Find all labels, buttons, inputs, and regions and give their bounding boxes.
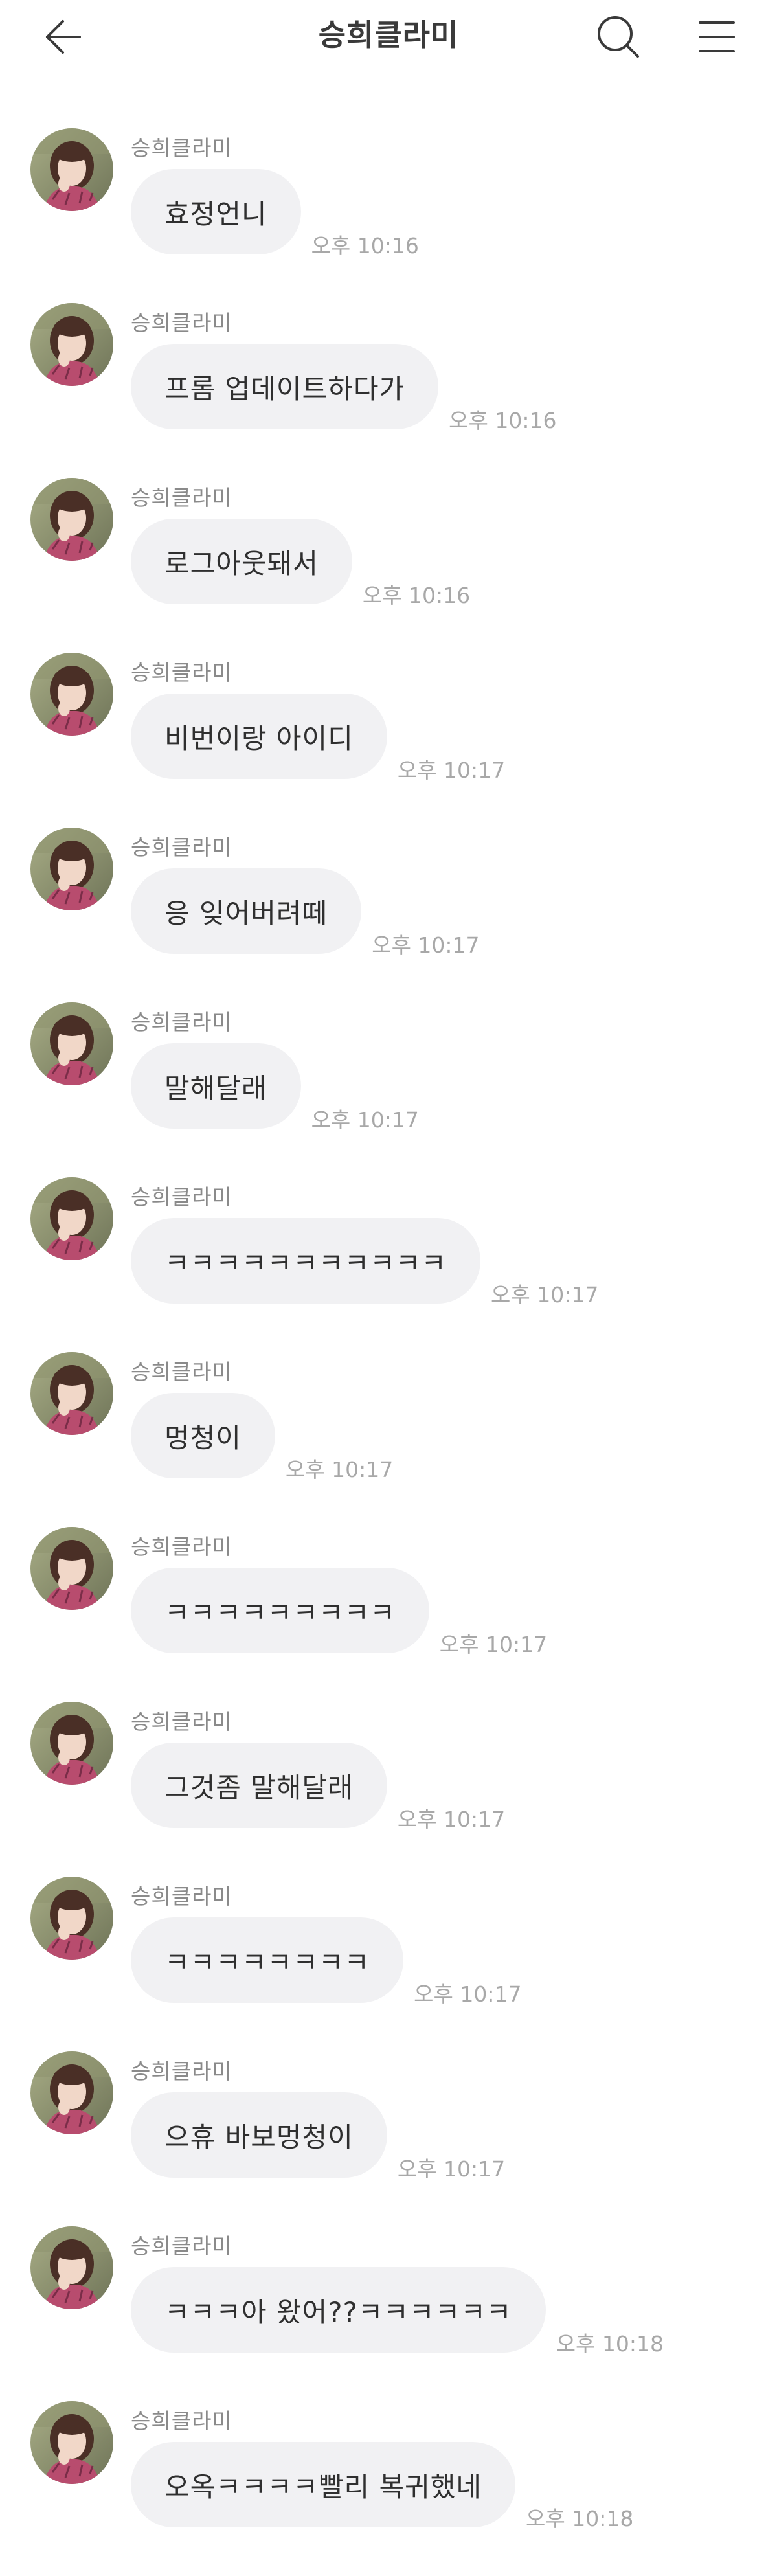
sender-name: 승희클라미 (131, 2059, 232, 2084)
avatar[interactable] (30, 2051, 113, 2134)
message-item: 승희클라미 프롬 업데이트하다가 오후 10:16 (0, 303, 777, 478)
sender-name: 승희클라미 (131, 2408, 232, 2434)
bubble-row: 응 잊어버려떼 오후 10:17 (131, 868, 480, 958)
bubble-row: 으휴 바보멍청이 오후 10:17 (131, 2092, 505, 2182)
sender-name: 승희클라미 (131, 1184, 232, 1210)
sender-name: 승희클라미 (131, 1884, 232, 1909)
message-item: 승희클라미 효정언니 오후 10:16 (0, 128, 777, 303)
message-time: 오후 10:17 (397, 2156, 506, 2182)
avatar[interactable] (30, 1877, 113, 1960)
message-time: 오후 10:16 (311, 233, 419, 258)
message-time: 오후 10:17 (439, 1632, 548, 1657)
avatar[interactable] (30, 128, 113, 211)
message-item: 승희클라미 ㅋㅋㅋ아 왔어??ㅋㅋㅋㅋㅋㅋ 오후 10:18 (0, 2226, 777, 2401)
message-bubble[interactable]: 로그아웃돼서 (131, 519, 352, 604)
message-bubble[interactable]: ㅋㅋㅋ아 왔어??ㅋㅋㅋㅋㅋㅋ (131, 2267, 546, 2353)
avatar[interactable] (30, 1002, 113, 1085)
sender-name: 승희클라미 (131, 1534, 232, 1559)
avatar[interactable] (30, 2401, 113, 2484)
bubble-row: ㅋㅋㅋㅋㅋㅋㅋㅋ 오후 10:17 (131, 1917, 521, 2007)
message-item: 승희클라미 그것좀 말해달래 오후 10:17 (0, 1702, 777, 1877)
avatar[interactable] (30, 478, 113, 561)
bubble-row: ㅋㅋㅋㅋㅋㅋㅋㅋㅋㅋㅋ 오후 10:17 (131, 1218, 598, 1307)
sender-name: 승희클라미 (131, 135, 232, 161)
sender-name: 승희클라미 (131, 1709, 232, 1734)
message-item: 승희클라미 ㅋㅋㅋㅋㅋㅋㅋㅋ 오후 10:17 (0, 1877, 777, 2051)
avatar[interactable] (30, 653, 113, 736)
bubble-row: 로그아웃돼서 오후 10:16 (131, 519, 470, 608)
bubble-row: 프롬 업데이트하다가 오후 10:16 (131, 344, 556, 433)
bubble-row: ㅋㅋㅋ아 왔어??ㅋㅋㅋㅋㅋㅋ 오후 10:18 (131, 2267, 664, 2356)
bubble-row: 효정언니 오후 10:16 (131, 169, 419, 258)
message-time: 오후 10:17 (397, 1807, 506, 1832)
chat-header: 승희클라미 (0, 0, 777, 71)
message-item: 승희클라미 ㅋㅋㅋㅋㅋㅋㅋㅋㅋ 오후 10:17 (0, 1527, 777, 1702)
avatar[interactable] (30, 828, 113, 910)
avatar[interactable] (30, 1352, 113, 1435)
message-time: 오후 10:16 (362, 583, 471, 608)
message-time: 오후 10:17 (285, 1457, 394, 1482)
message-bubble[interactable]: 오옥ㅋㅋㅋㅋ빨리 복귀했네 (131, 2442, 516, 2527)
bubble-row: 오옥ㅋㅋㅋㅋ빨리 복귀했네 오후 10:18 (131, 2442, 633, 2531)
sender-name: 승희클라미 (131, 1010, 232, 1035)
message-time: 오후 10:17 (414, 1982, 522, 2007)
message-time: 오후 10:17 (311, 1107, 419, 1133)
message-bubble[interactable]: ㅋㅋㅋㅋㅋㅋㅋㅋㅋ (131, 1568, 429, 1653)
hamburger-menu-icon (699, 21, 735, 52)
bubble-row: 비번이랑 아이디 오후 10:17 (131, 694, 505, 783)
message-bubble[interactable]: ㅋㅋㅋㅋㅋㅋㅋㅋ (131, 1917, 404, 2003)
message-item: 승희클라미 비번이랑 아이디 오후 10:17 (0, 653, 777, 828)
message-item: 승희클라미 ㅋㅋㅋㅋㅋㅋㅋㅋㅋㅋㅋ 오후 10:17 (0, 1177, 777, 1352)
message-time: 오후 10:17 (397, 758, 506, 783)
message-bubble[interactable]: 프롬 업데이트하다가 (131, 344, 439, 429)
message-item: 승희클라미 응 잊어버려떼 오후 10:17 (0, 828, 777, 1002)
message-bubble[interactable]: 비번이랑 아이디 (131, 694, 387, 779)
message-bubble[interactable]: 효정언니 (131, 169, 301, 254)
message-time: 오후 10:16 (449, 408, 557, 433)
bubble-row: 멍청이 오후 10:17 (131, 1393, 393, 1482)
message-list[interactable]: 승희클라미 효정언니 오후 10:16 승희클라미 프롬 업데이트하다가 오후 … (0, 128, 777, 2576)
sender-name: 승희클라미 (131, 835, 232, 860)
bubble-row: ㅋㅋㅋㅋㅋㅋㅋㅋㅋ 오후 10:17 (131, 1568, 547, 1657)
search-icon (598, 16, 639, 58)
avatar[interactable] (30, 1702, 113, 1785)
sender-name: 승희클라미 (131, 1359, 232, 1384)
message-bubble[interactable]: 응 잊어버려떼 (131, 868, 362, 954)
message-bubble[interactable]: 그것좀 말해달래 (131, 1743, 387, 1828)
message-bubble[interactable]: 으휴 바보멍청이 (131, 2092, 387, 2178)
sender-name: 승희클라미 (131, 660, 232, 685)
message-item: 승희클라미 말해달래 오후 10:17 (0, 1002, 777, 1177)
avatar[interactable] (30, 1177, 113, 1260)
avatar[interactable] (30, 303, 113, 386)
message-time: 오후 10:17 (372, 932, 480, 958)
avatar[interactable] (30, 1527, 113, 1610)
message-item: 승희클라미 로그아웃돼서 오후 10:16 (0, 478, 777, 653)
message-bubble[interactable]: 멍청이 (131, 1393, 275, 1478)
message-item: 승희클라미 오옥ㅋㅋㅋㅋ빨리 복귀했네 오후 10:18 (0, 2401, 777, 2576)
chat-title: 승희클라미 (318, 17, 459, 52)
sender-name: 승희클라미 (131, 485, 232, 510)
message-time: 오후 10:17 (491, 1282, 599, 1307)
search-button[interactable] (593, 12, 644, 62)
message-time: 오후 10:18 (526, 2506, 634, 2531)
message-item: 승희클라미 멍청이 오후 10:17 (0, 1352, 777, 1527)
sender-name: 승희클라미 (131, 310, 232, 335)
menu-button[interactable] (693, 13, 741, 61)
sender-name: 승희클라미 (131, 2233, 232, 2259)
message-bubble[interactable]: 말해달래 (131, 1043, 301, 1129)
message-bubble[interactable]: ㅋㅋㅋㅋㅋㅋㅋㅋㅋㅋㅋ (131, 1218, 481, 1304)
bubble-row: 그것좀 말해달래 오후 10:17 (131, 1743, 505, 1832)
bubble-row: 말해달래 오후 10:17 (131, 1043, 419, 1133)
avatar[interactable] (30, 2226, 113, 2309)
message-item: 승희클라미 으휴 바보멍청이 오후 10:17 (0, 2051, 777, 2226)
message-time: 오후 10:18 (556, 2331, 664, 2356)
